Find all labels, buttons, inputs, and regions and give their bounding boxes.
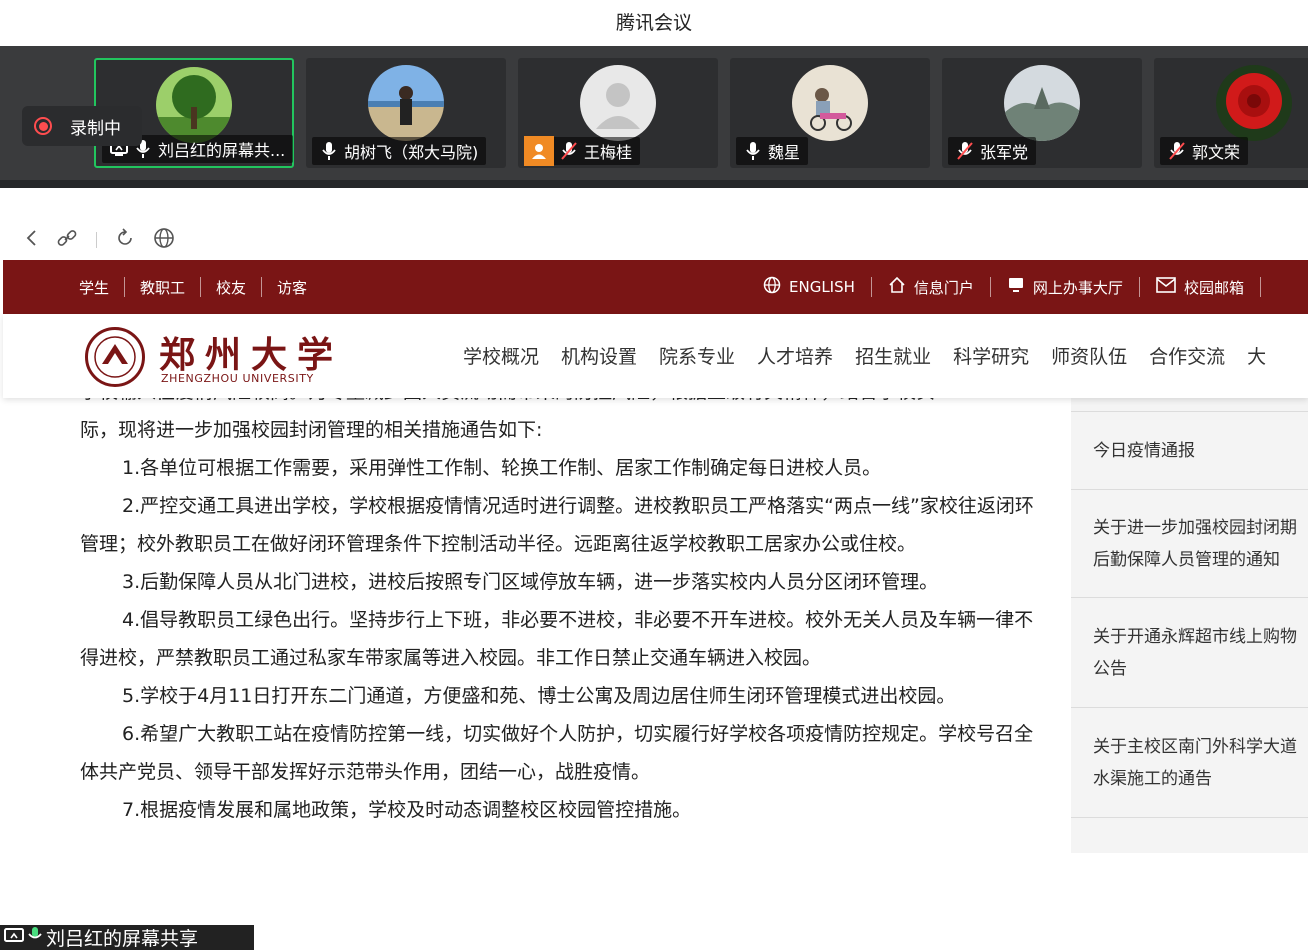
screen-share-icon [4, 927, 24, 949]
globe-icon[interactable] [153, 227, 175, 254]
article-body: 学校输入性疫情风险较高。为尽量减少因人员流动而带来的防控风险，根据上级有关精神，… [80, 398, 1040, 900]
nav-item-overview[interactable]: 学校概况 [463, 342, 539, 369]
nav-item-cooperation[interactable]: 合作交流 [1149, 342, 1225, 369]
nav-item-departments[interactable]: 院系专业 [659, 342, 735, 369]
record-icon [34, 117, 52, 135]
nav-item-research[interactable]: 科学研究 [953, 342, 1029, 369]
university-seal-icon[interactable] [85, 327, 145, 387]
screen-share-label: 刘吕红的屏幕共享 [0, 925, 254, 950]
participant-tile[interactable]: 王梅桂 [518, 58, 718, 168]
related-news-title: 关于开通永辉超市线上购物 [1093, 626, 1297, 647]
campus-mail-link[interactable]: 校园邮箱 [1140, 277, 1260, 298]
list-divider [1071, 398, 1308, 412]
participant-name: 胡树飞（郑大马院) [344, 143, 479, 162]
mail-icon [1156, 277, 1176, 297]
participant-nameplate: 郭文荣 [1160, 137, 1249, 165]
site-header: 郑州大学 ZHENGZHOU UNIVERSITY 学校概况 机构设置 院系专业… [3, 314, 1308, 398]
related-news-item[interactable]: 关于开通永辉超市线上购物 公告 [1071, 598, 1308, 708]
toolbar-divider [96, 232, 97, 248]
link-icon[interactable] [56, 227, 78, 254]
article-paragraph: 7.根据疫情发展和属地政策，学校及时动态调整校区校园管控措施。 [122, 799, 692, 821]
nav-item-organization[interactable]: 机构设置 [561, 342, 637, 369]
nav-item-admissions[interactable]: 招生就业 [855, 342, 931, 369]
online-service-label: 网上办事大厅 [1032, 278, 1123, 297]
related-news-item[interactable]: 今日疫情通报 [1071, 412, 1308, 490]
back-icon[interactable] [24, 228, 38, 252]
recording-label: 录制中 [70, 118, 121, 139]
participant-nameplate: 魏星 [736, 137, 809, 165]
participant-name: 刘吕红的屏幕共... [158, 141, 286, 160]
info-portal-link[interactable]: 信息门户 [872, 276, 990, 298]
english-label: ENGLISH [789, 278, 855, 296]
nav-item-education[interactable]: 人才培养 [757, 342, 833, 369]
participant-nameplate: 张军党 [948, 137, 1037, 165]
participant-name: 张军党 [980, 143, 1029, 162]
microphone-icon [28, 926, 42, 949]
participant-tile[interactable]: 张军党 [942, 58, 1142, 168]
window-title: 腾讯会议 [0, 0, 1308, 46]
main-nav: 学校概况 机构设置 院系专业 人才培养 招生就业 科学研究 师资队伍 合作交流 … [463, 342, 1266, 369]
microphone-muted-icon [560, 141, 578, 161]
article-paragraph: 际，现将进一步加强校园封闭管理的相关措施通告如下: [80, 419, 543, 441]
top-link-visitors[interactable]: 访客 [262, 277, 322, 298]
related-news-title: 关于主校区南门外科学大道 [1093, 736, 1297, 757]
recording-indicator[interactable]: 录制中 [22, 106, 142, 146]
related-news-title-cont: 后勤保障人员管理的通知 [1093, 549, 1280, 570]
article-paragraph: 3.后勤保障人员从北门进校，进校后按照专门区域停放车辆，进一步落实校内人员分区闭… [122, 571, 939, 593]
browser-toolbar [0, 222, 1308, 258]
participant-name: 郭文荣 [1192, 143, 1241, 162]
strip-divider [0, 180, 1308, 188]
related-news-panel: 今日疫情通报 关于进一步加强校园封闭期 后勤保障人员管理的通知 关于开通永辉超市… [1071, 398, 1308, 853]
host-badge-icon [524, 136, 554, 166]
related-news-title-cont: 公告 [1093, 658, 1127, 679]
nav-item-more[interactable]: 大 [1247, 342, 1266, 369]
screen-share-name: 刘吕红的屏幕共享 [46, 928, 199, 950]
home-icon [888, 276, 906, 298]
avatar [1216, 65, 1292, 141]
article-paragraph: 2.严控交通工具进出学校，学校根据疫情情况适时进行调整。进校教职员工严格落实“两… [80, 495, 1034, 555]
site-topbar: 学生 教职工 校友 访客 ENGLISH 信息门户 网上办事大厅 校园邮箱 [3, 260, 1308, 314]
article-paragraph: 1.各单位可根据工作需要，采用弹性工作制、轮换工作制、居家工作制确定每日进校人员… [122, 457, 882, 479]
related-news-item[interactable]: 关于主校区南门外科学大道 水渠施工的通告 [1071, 708, 1308, 818]
info-portal-label: 信息门户 [913, 278, 974, 297]
related-news-title: 关于进一步加强校园封闭期 [1093, 517, 1297, 538]
participant-tile[interactable]: 魏星 [730, 58, 930, 168]
university-name-cn[interactable]: 郑州大学 [159, 326, 343, 378]
participant-tile[interactable]: 郭文荣 [1154, 58, 1308, 168]
microphone-muted-icon [1168, 141, 1186, 161]
related-news-title: 今日疫情通报 [1093, 440, 1195, 461]
avatar [1004, 65, 1080, 141]
avatar [580, 65, 656, 141]
article-paragraph: 6.希望广大教职工站在疫情防控第一线，切实做好个人防护，切实履行好学校各项疫情防… [80, 723, 1034, 783]
avatar [368, 65, 444, 141]
article-paragraph: 4.倡导教职员工绿色出行。坚持步行上下班，非必要不进校，非必要不开车进校。校外无… [80, 609, 1034, 669]
participant-name: 王梅桂 [584, 143, 633, 162]
microphone-icon [320, 141, 338, 161]
related-news-item[interactable]: 关于进一步加强校园封闭期 后勤保障人员管理的通知 [1071, 490, 1308, 598]
participant-name: 魏星 [768, 143, 801, 162]
english-link[interactable]: ENGLISH [763, 276, 871, 298]
campus-mail-label: 校园邮箱 [1183, 278, 1244, 297]
microphone-icon [744, 141, 762, 161]
top-link-students[interactable]: 学生 [79, 277, 124, 298]
monitor-icon [1007, 276, 1025, 298]
online-service-link[interactable]: 网上办事大厅 [991, 276, 1139, 298]
article-paragraph: 5.学校于4月11日打开东二门通道，方便盛和苑、博士公寓及周边居住师生闭环管理模… [122, 685, 956, 707]
participant-nameplate: 胡树飞（郑大马院) [312, 137, 487, 165]
top-link-alumni[interactable]: 校友 [201, 277, 261, 298]
globe-icon [763, 276, 781, 298]
nav-item-faculty[interactable]: 师资队伍 [1051, 342, 1127, 369]
avatar [792, 65, 868, 141]
avatar [156, 67, 232, 143]
top-link-staff[interactable]: 教职工 [125, 277, 200, 298]
participant-tile[interactable]: 胡树飞（郑大马院) [306, 58, 506, 168]
refresh-icon[interactable] [115, 227, 135, 253]
microphone-muted-icon [956, 141, 974, 161]
participant-nameplate: 王梅桂 [524, 136, 641, 166]
university-name-en: ZHENGZHOU UNIVERSITY [161, 372, 314, 385]
related-news-title-cont: 水渠施工的通告 [1093, 768, 1212, 789]
divider [1259, 277, 1261, 297]
article-partial-line: 学校输入性疫情风险较高。为尽量减少因人员流动而带来的防控风险，根据上级有关精神，… [80, 398, 1040, 411]
